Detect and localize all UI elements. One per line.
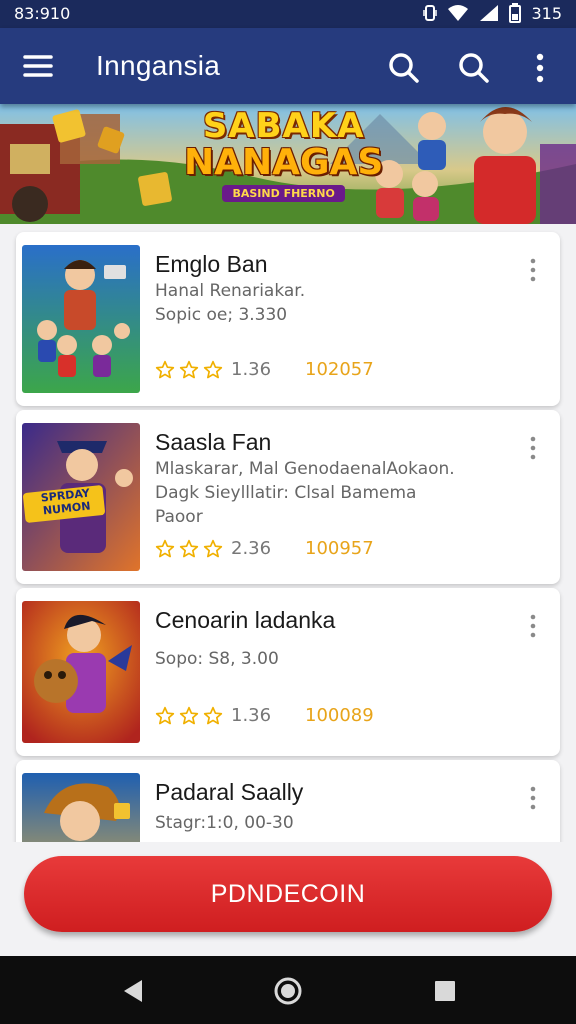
- more-vert-icon[interactable]: [524, 256, 542, 286]
- game-description-line: Paoor: [155, 507, 203, 527]
- banner-headline-line2: NANAGAS: [184, 142, 384, 183]
- recents-icon[interactable]: [430, 976, 460, 1006]
- vibrate-icon: [423, 5, 438, 21]
- game-description-line: Sopic oe; 3.330: [155, 305, 288, 325]
- game-description-line: Stagr:1:0, 00-30: [155, 813, 294, 833]
- home-icon[interactable]: [273, 976, 303, 1006]
- menu-icon[interactable]: [20, 48, 56, 84]
- more-vert-icon[interactable]: [524, 434, 542, 464]
- banner-headline-line1: SABAKA: [202, 106, 365, 146]
- game-thumbnail: [22, 601, 140, 743]
- battery-level: 315: [531, 3, 562, 23]
- app-title: Inngansia: [96, 50, 221, 81]
- star-icon: [203, 360, 223, 378]
- game-title: Saasla Fan: [155, 429, 272, 455]
- search-icon-secondary[interactable]: [454, 48, 494, 88]
- game-description-line: Sopo: S8, 3.00: [155, 649, 279, 669]
- banner-tagline: BASIND FHERNO: [222, 185, 345, 202]
- star-icon: [179, 539, 199, 557]
- game-description-line: Dagk Sieylllatir: Clsal Bamema: [155, 483, 417, 503]
- star-icon: [155, 706, 175, 724]
- game-card[interactable]: Cenoarin ladanka Sopo: S8, 3.00 1.36 100…: [16, 588, 560, 756]
- rating-value: 1.36: [231, 359, 272, 380]
- game-title: Padaral Saally: [155, 779, 304, 805]
- star-icon: [179, 360, 199, 378]
- battery-icon: [509, 3, 522, 23]
- game-rating: 1.36: [155, 705, 271, 726]
- cta-container: PDNDECOIN: [0, 842, 576, 956]
- promo-banner[interactable]: SABAKA NANAGAS BASIND FHERNO: [0, 104, 576, 224]
- game-title: Emglo Ban: [155, 251, 268, 277]
- star-icon: [179, 706, 199, 724]
- system-nav-bar: [0, 956, 576, 1024]
- game-title: Cenoarin ladanka: [155, 607, 336, 633]
- star-icon: [203, 539, 223, 557]
- banner-headline: SABAKA NANAGAS BASIND FHERNO: [184, 108, 383, 202]
- app-bar: Inngansia: [0, 28, 576, 104]
- star-icon: [203, 706, 223, 724]
- game-card[interactable]: Emglo Ban Hanal Renariakar. Sopic oe; 3.…: [16, 232, 560, 406]
- status-bar: 83:910 315: [0, 0, 576, 28]
- signal-icon: [480, 5, 499, 21]
- rating-stars: [155, 706, 223, 726]
- rating-stars: [155, 539, 223, 559]
- status-time: 83:910: [14, 4, 71, 23]
- rating-stars: [155, 360, 223, 380]
- star-icon: [155, 539, 175, 557]
- game-description-line: Mlaskarar, Mal GenodaenalAokaon.: [155, 459, 455, 479]
- more-vert-icon[interactable]: [522, 48, 558, 88]
- more-vert-icon[interactable]: [524, 612, 542, 642]
- primary-action-button[interactable]: PDNDECOIN: [24, 856, 552, 932]
- more-vert-icon[interactable]: [524, 784, 542, 814]
- game-thumbnail: SPRDAY NUMON: [22, 423, 140, 571]
- download-count: 102057: [305, 359, 374, 380]
- download-count: 100957: [305, 538, 374, 559]
- rating-value: 2.36: [231, 538, 272, 559]
- game-thumbnail: [22, 245, 140, 393]
- download-count: 100089: [305, 705, 374, 726]
- search-icon[interactable]: [384, 48, 424, 88]
- game-card[interactable]: SPRDAY NUMON Saasla Fan Mlaskarar, Mal G…: [16, 410, 560, 584]
- game-rating: 2.36: [155, 538, 271, 559]
- wifi-icon: [448, 5, 469, 21]
- game-rating: 1.36: [155, 359, 271, 380]
- back-icon[interactable]: [118, 976, 148, 1006]
- game-description-line: Hanal Renariakar.: [155, 281, 306, 301]
- star-icon: [155, 360, 175, 378]
- rating-value: 1.36: [231, 705, 272, 726]
